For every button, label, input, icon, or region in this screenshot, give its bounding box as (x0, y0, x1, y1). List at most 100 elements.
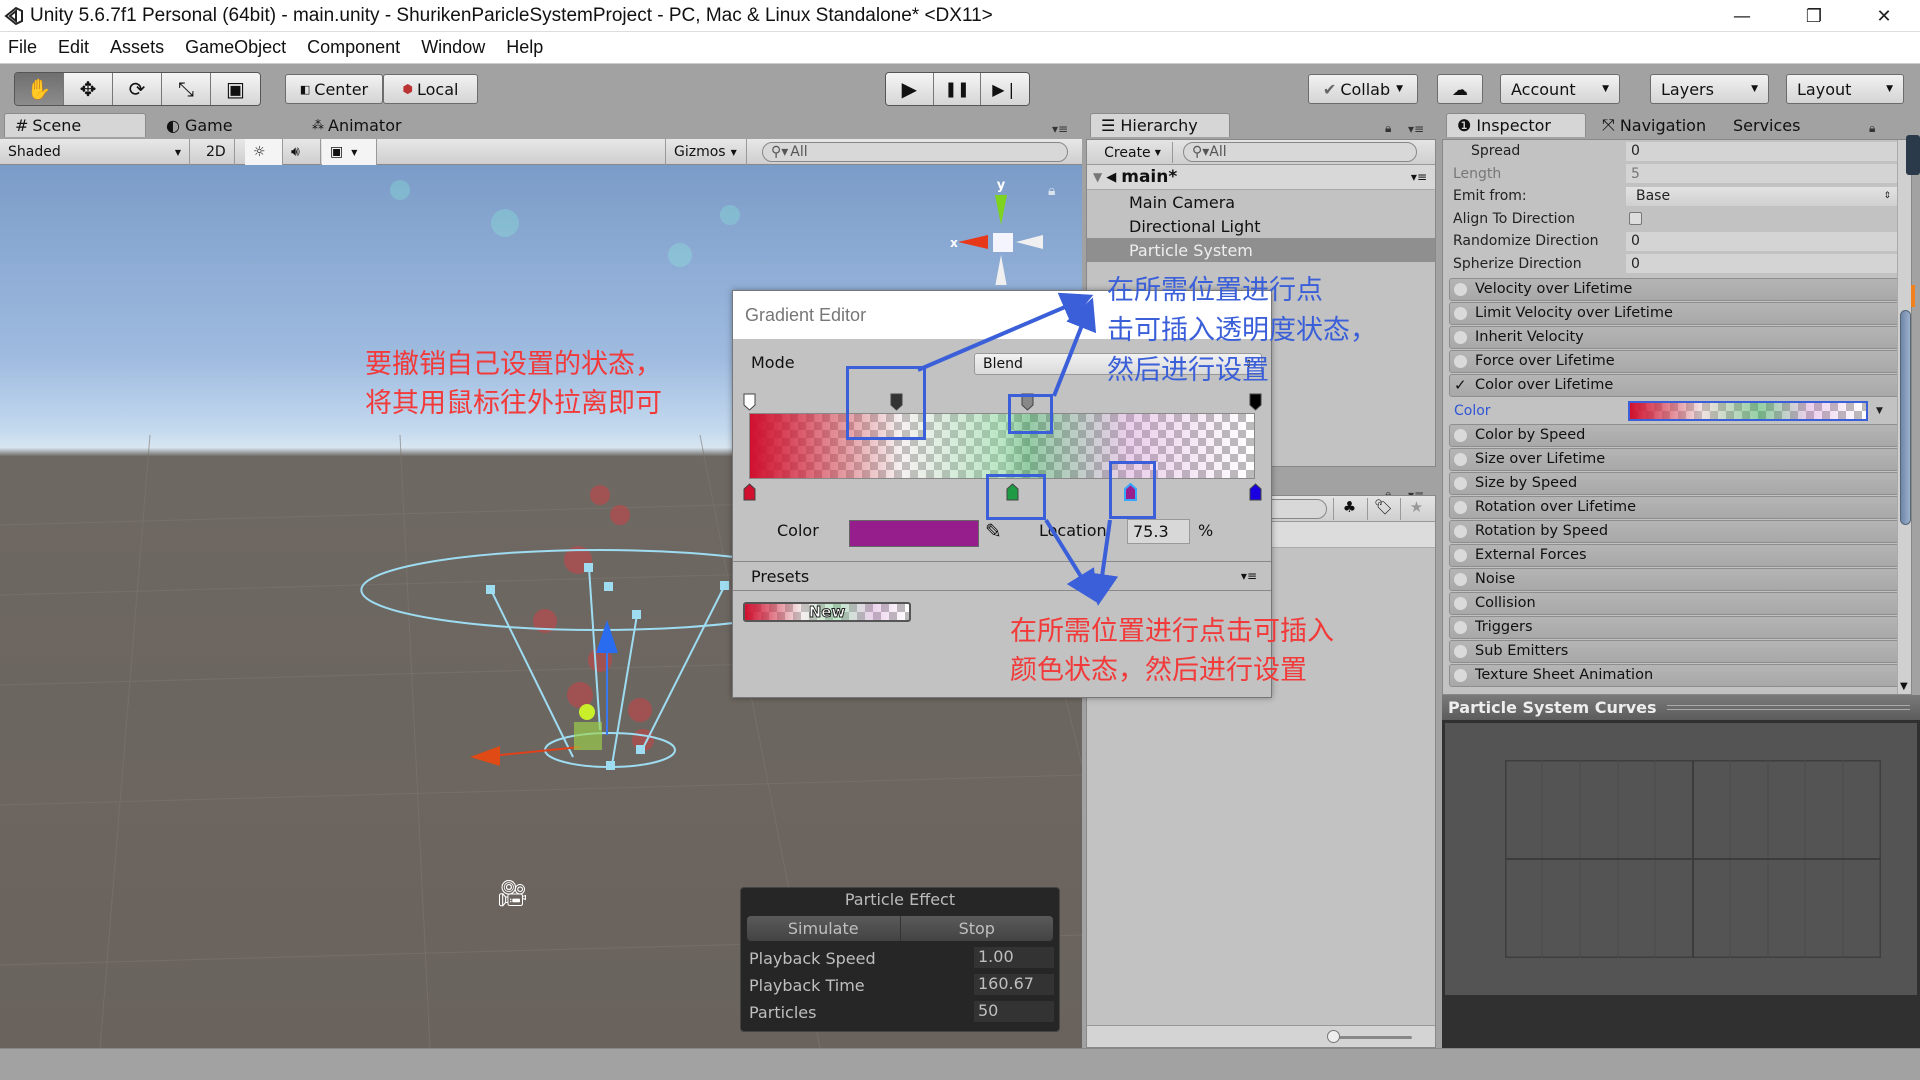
menu-help[interactable]: Help (506, 37, 543, 58)
scene-row-main[interactable]: ▼ ◀ main* ▾≡ (1087, 165, 1435, 190)
module-sub-emitters[interactable]: Sub Emitters (1449, 640, 1901, 663)
icon-size-slider-thumb[interactable] (1327, 1030, 1340, 1043)
module-toggle[interactable] (1454, 330, 1467, 344)
cloud-button[interactable]: ☁ (1437, 74, 1483, 104)
module-toggle[interactable] (1454, 524, 1467, 538)
module-inherit-velocity[interactable]: Inherit Velocity (1449, 326, 1901, 349)
module-color-by-speed[interactable]: Color by Speed (1449, 424, 1901, 447)
tab-animator[interactable]: ⁂ Animator (302, 113, 412, 137)
hierarchy-search-input[interactable]: ⚲▾ All (1183, 142, 1417, 162)
module-toggle[interactable] (1454, 452, 1467, 466)
module-triggers[interactable]: Triggers (1449, 616, 1901, 639)
module-noise[interactable]: Noise (1449, 568, 1901, 591)
alpha-key-marker[interactable] (1249, 393, 1262, 411)
scene-menu-icon[interactable]: ▾≡ (1411, 170, 1427, 184)
camera-icon[interactable]: 🎥︎ (496, 879, 529, 909)
emit-from-dropdown[interactable]: Base ⇕ (1626, 186, 1899, 206)
menu-edit[interactable]: Edit (58, 37, 89, 58)
playback-time-field[interactable]: 160.67 (974, 974, 1054, 995)
view-orientation-gizmo[interactable]: y x (946, 175, 1056, 285)
module-size-by-speed[interactable]: Size by Speed (1449, 472, 1901, 495)
menu-gameobject[interactable]: GameObject (185, 37, 286, 58)
hierarchy-item[interactable]: Main Camera (1087, 190, 1435, 214)
account-dropdown[interactable]: Account ▼ (1500, 74, 1620, 104)
module-rotation-by-speed[interactable]: Rotation by Speed (1449, 520, 1901, 543)
presets-menu-icon[interactable]: ▾≡ (1241, 569, 1257, 583)
module-color-over-lifetime[interactable]: ✓ Color over Lifetime (1449, 374, 1901, 397)
filter-by-type-icon[interactable]: ♣ (1333, 498, 1365, 520)
eyedropper-icon[interactable]: ✎ (985, 519, 1002, 543)
preset-new-swatch[interactable]: New (743, 602, 911, 622)
shading-mode-dropdown[interactable]: Shaded ▼ (0, 139, 190, 165)
collab-dropdown[interactable]: ✔ Collab ▼ (1308, 74, 1418, 104)
location-input[interactable]: 75.3 (1127, 519, 1190, 544)
scroll-down-arrow-icon[interactable]: ▼ (1900, 681, 1908, 692)
layers-dropdown[interactable]: Layers ▼ (1650, 74, 1769, 104)
scale-tool-button[interactable]: ⤡ (162, 73, 211, 105)
audio-toggle[interactable]: 🔊︎ (283, 139, 321, 165)
scene-search-input[interactable]: ⚲▾ All (762, 142, 1068, 162)
panel-menu-icon[interactable]: ▾≡ (1408, 122, 1424, 136)
tab-hierarchy[interactable]: ☰ Hierarchy (1090, 113, 1230, 137)
module-texture-sheet-animation[interactable]: Texture Sheet Animation (1449, 664, 1901, 687)
play-button[interactable]: ▶ (886, 73, 934, 105)
tab-services[interactable]: Services (1723, 113, 1810, 137)
module-toggle[interactable] (1454, 548, 1467, 562)
tab-navigation[interactable]: ⤧ Navigation (1592, 113, 1716, 137)
module-rotation-over-lifetime[interactable]: Rotation over Lifetime (1449, 496, 1901, 519)
color-gradient-field[interactable] (1628, 400, 1868, 421)
module-toggle[interactable] (1454, 620, 1467, 634)
rect-tool-button[interactable]: ▣ (211, 73, 260, 105)
module-toggle[interactable] (1454, 500, 1467, 514)
favorites-star-icon[interactable]: ★ (1400, 498, 1432, 520)
spread-field[interactable]: 0 (1626, 141, 1899, 161)
spherize-direction-field[interactable]: 0 (1626, 254, 1899, 274)
module-limit-velocity-over-lifetime[interactable]: Limit Velocity over Lifetime (1449, 302, 1901, 325)
close-button[interactable]: ✕ (1856, 0, 1912, 32)
module-toggle[interactable] (1454, 476, 1467, 490)
module-toggle[interactable] (1454, 428, 1467, 442)
menu-component[interactable]: Component (307, 37, 400, 58)
module-toggle[interactable] (1454, 306, 1467, 320)
chevron-down-icon[interactable]: ▼ (1876, 406, 1883, 416)
hierarchy-item-selected[interactable]: Particle System (1087, 238, 1435, 262)
tab-inspector[interactable]: ❶ Inspector (1446, 113, 1586, 137)
gradient-key-area[interactable] (743, 391, 1262, 501)
stop-button[interactable]: Stop (901, 916, 1054, 941)
checkmark-icon[interactable]: ✓ (1454, 376, 1467, 394)
module-toggle[interactable] (1454, 282, 1467, 296)
module-toggle[interactable] (1454, 572, 1467, 586)
randomize-direction-field[interactable]: 0 (1626, 231, 1899, 251)
playback-speed-field[interactable]: 1.00 (974, 947, 1054, 968)
move-tool-button[interactable]: ✥ (64, 73, 113, 105)
effects-dropdown[interactable]: ▣ ▼ (322, 139, 377, 165)
step-button[interactable]: ▶❘ (981, 73, 1029, 105)
alpha-key-marker[interactable] (743, 393, 756, 411)
module-collision[interactable]: Collision (1449, 592, 1901, 615)
color-key-marker[interactable] (743, 483, 756, 501)
inspector-scrollbar[interactable]: ▼ (1897, 140, 1911, 694)
module-velocity-over-lifetime[interactable]: Velocity over Lifetime (1449, 278, 1901, 301)
layout-dropdown[interactable]: Layout ▼ (1786, 74, 1904, 104)
scrollbar-thumb[interactable] (1900, 310, 1911, 525)
hierarchy-item[interactable]: Directional Light (1087, 214, 1435, 238)
create-dropdown[interactable]: Create ▼ (1093, 142, 1173, 163)
filter-by-label-icon[interactable]: 🏷︎ (1367, 498, 1399, 520)
hand-tool-button[interactable]: ✋ (15, 73, 64, 105)
maximize-button[interactable]: ❐ (1786, 0, 1842, 32)
icon-size-slider-track[interactable] (1332, 1036, 1412, 1039)
module-size-over-lifetime[interactable]: Size over Lifetime (1449, 448, 1901, 471)
module-toggle[interactable] (1454, 644, 1467, 658)
lock-icon[interactable]: 🔒︎ (1869, 121, 1875, 136)
menu-window[interactable]: Window (421, 37, 485, 58)
align-to-direction-checkbox[interactable] (1629, 212, 1642, 226)
module-toggle[interactable] (1454, 354, 1467, 368)
simulate-button[interactable]: Simulate (747, 916, 901, 941)
curve-editor[interactable] (1445, 723, 1917, 995)
space-local-button[interactable]: ⬢ Local (383, 74, 478, 104)
color-swatch[interactable] (849, 520, 979, 547)
menu-file[interactable]: File (8, 37, 37, 58)
panel-menu-icon[interactable]: ▾≡ (1052, 122, 1068, 136)
tab-game[interactable]: ◐ Game (156, 113, 243, 137)
lock-icon[interactable]: 🔒︎ (1048, 183, 1055, 199)
